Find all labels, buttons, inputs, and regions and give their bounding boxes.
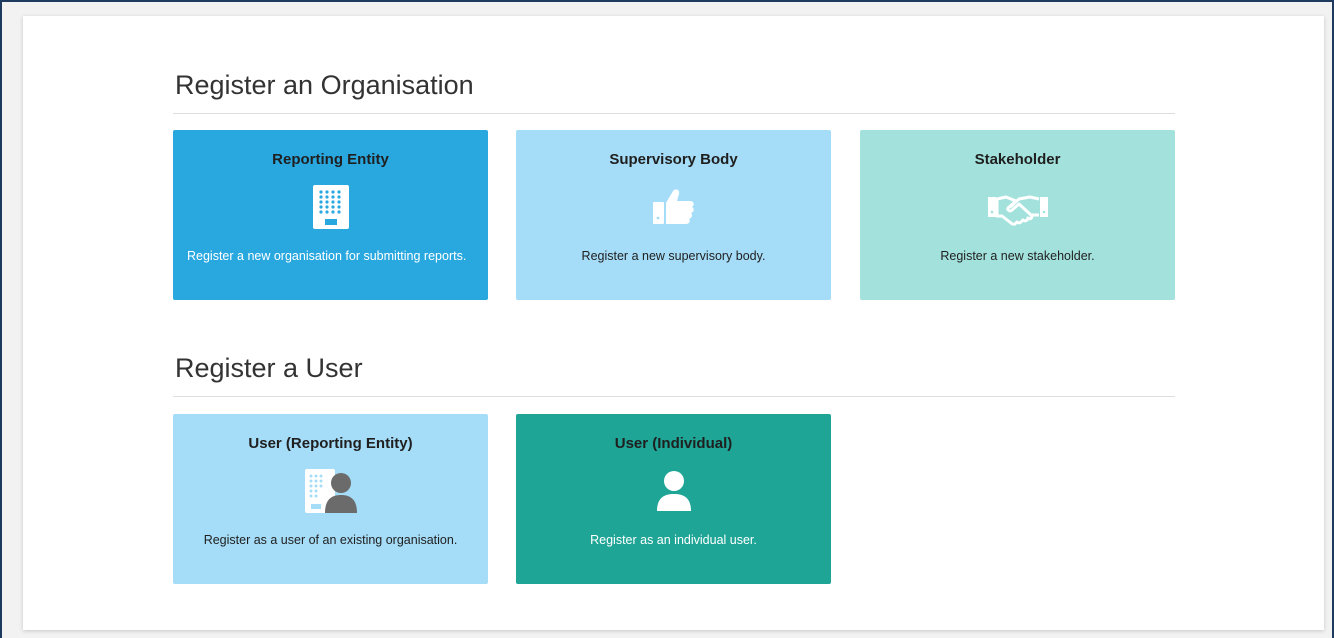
tile-stakeholder[interactable]: Stakeholder Register a new stakeholder. <box>860 130 1175 300</box>
tile-reporting-entity[interactable]: Reporting Entity Register a new organisa… <box>173 130 488 300</box>
section-title-organisation: Register an Organisation <box>175 70 474 100</box>
tile-description: Register a new organisation for submitti… <box>187 249 467 263</box>
tile-title: Reporting Entity <box>272 151 389 168</box>
window-frame: Register an Organisation Reporting Entit… <box>0 0 1334 638</box>
thumbs-up-icon <box>516 182 831 232</box>
tile-description: Register as an individual user. <box>590 533 757 547</box>
section-divider <box>173 396 1175 397</box>
tile-user-reporting-entity[interactable]: User (Reporting Entity) Register as a us… <box>173 414 488 584</box>
user-icon <box>516 466 831 516</box>
tile-description: Register as a user of an existing organi… <box>203 533 458 547</box>
tile-title: User (Individual) <box>614 435 733 452</box>
tile-title: Stakeholder <box>974 151 1061 168</box>
tile-title: Supervisory Body <box>609 151 738 168</box>
section-divider <box>173 113 1175 114</box>
tile-user-individual[interactable]: User (Individual) Register as an individ… <box>516 414 831 584</box>
tile-title: User (Reporting Entity) <box>248 435 413 452</box>
tile-description: Register a new supervisory body. <box>581 249 766 263</box>
section-title-user: Register a User <box>175 353 363 383</box>
tile-description: Register a new stakeholder. <box>940 249 1095 263</box>
building-user-icon <box>173 466 488 516</box>
building-icon <box>173 182 488 232</box>
tile-supervisory-body[interactable]: Supervisory Body Register a new supervis… <box>516 130 831 300</box>
main-panel: Register an Organisation Reporting Entit… <box>23 16 1324 630</box>
handshake-icon <box>860 182 1175 232</box>
